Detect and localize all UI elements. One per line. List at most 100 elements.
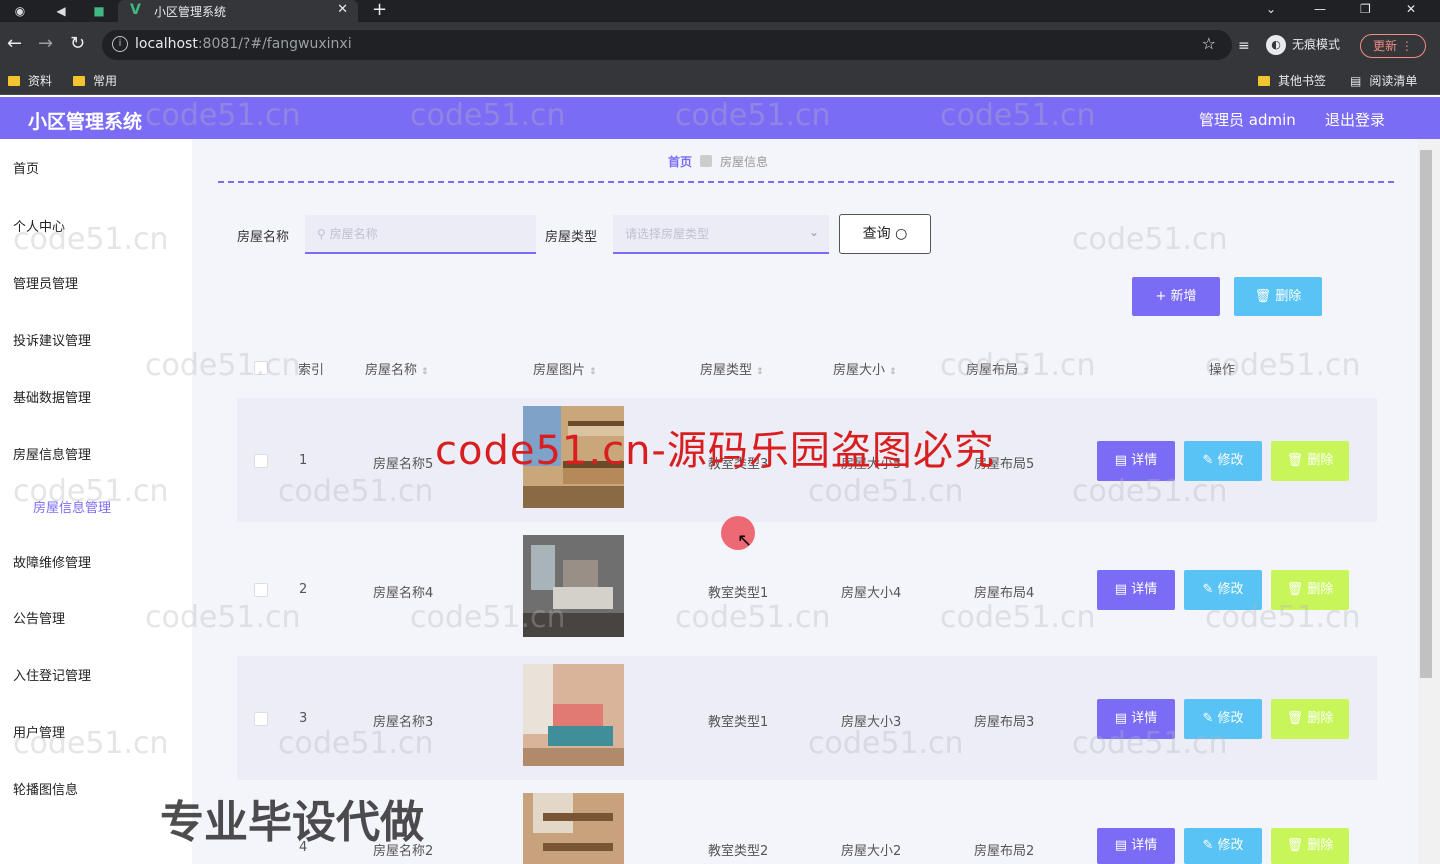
query-label: 查询 (862, 226, 891, 242)
reload-icon[interactable]: ↻ (70, 34, 85, 54)
incognito-label: 无痕模式 (1292, 37, 1341, 52)
sidebar-item-admins[interactable]: 管理员管理 (13, 273, 78, 292)
column-header-name[interactable]: 房屋名称 ⇕ (365, 359, 429, 378)
watermark-tile: code51.cn (13, 474, 169, 509)
bookmark-star-icon[interactable]: ☆ (1202, 34, 1216, 53)
search-icon: ○ (895, 226, 908, 242)
delete-label: 删除 (1307, 711, 1334, 726)
sidebar-item-houses[interactable]: 房屋信息管理 (13, 444, 91, 463)
browser-address-bar: ← → ↻ i localhost:8081/?#/fangwuxinxi ☆ … (0, 22, 1440, 67)
sidebar-item-notices[interactable]: 公告管理 (13, 608, 65, 627)
detail-label: 详情 (1131, 838, 1158, 853)
house-name-label: 房屋名称 (237, 230, 290, 245)
breadcrumb-home[interactable]: 首页 (668, 155, 692, 169)
sort-icon: ⇕ (589, 367, 597, 377)
row-name: 房屋名称4 (373, 586, 434, 601)
sort-icon: ⇕ (889, 367, 897, 377)
folder-icon (73, 76, 85, 86)
sidebar-item-basic-data[interactable]: 基础数据管理 (13, 387, 91, 406)
logout-button[interactable]: 退出登录 (1325, 109, 1385, 130)
row-index: 3 (299, 711, 308, 726)
sidebar-item-home[interactable]: 首页 (13, 158, 39, 177)
reading-list[interactable]: ▤ 阅读清单 (1350, 72, 1417, 89)
reading-mode-icon[interactable]: ≡ (1238, 36, 1250, 56)
bookmark-label: 阅读清单 (1369, 74, 1418, 88)
restore-icon[interactable]: ❐ (1360, 0, 1371, 18)
sidebar-item-complaints[interactable]: 投诉建议管理 (13, 330, 91, 349)
row-checkbox[interactable] (254, 454, 268, 468)
browser-tab-bar: ◉ ◀ ■ V 小区管理系统 ✕ + ⌄ — ❐ ✕ (0, 0, 1440, 22)
trash-icon: 🗑 (1286, 582, 1308, 597)
watermark-tile: code51.cn (410, 98, 566, 133)
column-header-image[interactable]: 房屋图片 ⇕ (533, 359, 597, 378)
row-checkbox[interactable] (254, 583, 268, 597)
divider (218, 181, 1394, 183)
breadcrumb-separator-icon (700, 155, 713, 167)
breadcrumb-current: 房屋信息 (720, 155, 769, 169)
row-size: 房屋大小4 (841, 586, 902, 601)
mouse-cursor-icon: ↖ (737, 530, 753, 551)
sidebar-item-checkin[interactable]: 入住登记管理 (13, 665, 91, 684)
bookmark-folder-2[interactable]: 常用 (73, 72, 117, 89)
row-type: 教室类型2 (708, 844, 769, 859)
add-button[interactable]: + 新增 (1132, 277, 1220, 316)
watermark-tile: code51.cn (1072, 474, 1228, 509)
watermark-tile: code51.cn (13, 222, 169, 257)
bookmark-folder-1[interactable]: 资料 (8, 72, 52, 89)
update-button[interactable]: 更新 ⋮ (1360, 34, 1426, 58)
incognito-icon: ◐ (1266, 35, 1286, 55)
detail-label: 详情 (1131, 711, 1158, 726)
delete-button[interactable]: 🗑 删除 (1271, 441, 1349, 481)
detail-button[interactable]: ▤ 详情 (1097, 570, 1175, 610)
sidebar-item-carousel[interactable]: 轮播图信息 (13, 779, 78, 798)
forward-icon[interactable]: → (38, 34, 53, 54)
watermark-tile: code51.cn (940, 600, 1096, 635)
app-title: 小区管理系统 (28, 111, 143, 133)
globe-icon[interactable]: ◉ (11, 2, 29, 20)
delete-button[interactable]: 🗑 删除 (1271, 828, 1349, 864)
minimize-icon[interactable]: — (1314, 0, 1326, 18)
other-bookmarks[interactable]: 其他书签 (1258, 72, 1326, 89)
sidebar-item-repairs[interactable]: 故障维修管理 (13, 552, 91, 571)
delete-label: 删除 (1307, 453, 1334, 468)
bulk-delete-label: 删除 (1275, 289, 1302, 304)
watermark-text: code51.cn-源码乐园盗图必究 (435, 428, 995, 474)
document-icon: ▤ (1114, 453, 1132, 468)
query-button[interactable]: 查询 ○ (839, 214, 931, 254)
watermark-tile: code51.cn (675, 600, 831, 635)
row-checkbox[interactable] (254, 712, 268, 726)
scrollbar-thumb[interactable] (1420, 150, 1432, 678)
trash-icon: 🗑 (1286, 453, 1308, 468)
app-tab-icon[interactable]: ■ (90, 2, 108, 20)
watermark-tile: code51.cn (1072, 222, 1228, 257)
edit-button[interactable]: ✎ 修改 (1184, 828, 1262, 864)
house-type-select[interactable]: 请选择房屋类型 ⌄ (613, 215, 829, 254)
house-name-input[interactable]: ⚲ 房屋名称 (305, 215, 536, 254)
browser-tab-active[interactable]: V 小区管理系统 ✕ (118, 0, 358, 22)
document-icon: ▤ (1114, 582, 1132, 597)
url-field[interactable]: i localhost:8081/?#/fangwuxinxi ☆ (102, 30, 1232, 60)
watermark-tile: code51.cn (940, 98, 1096, 133)
column-header-index: 索引 (298, 363, 325, 378)
column-header-type[interactable]: 房屋类型 ⇕ (700, 359, 764, 378)
folder-icon (8, 76, 20, 86)
incognito-indicator[interactable]: ◐ 无痕模式 (1266, 35, 1340, 55)
trash-icon: 🗑 (1286, 838, 1308, 853)
house-image (523, 664, 624, 766)
house-type-placeholder: 请选择房屋类型 (625, 227, 710, 241)
watermark-tile: code51.cn (808, 726, 964, 761)
tab-search-icon[interactable]: ⌄ (1266, 0, 1276, 18)
row-type: 教室类型1 (708, 586, 769, 601)
detail-button[interactable]: ▤ 详情 (1097, 828, 1175, 864)
new-tab-button[interactable]: + (372, 0, 387, 20)
column-header-label: 房屋类型 (700, 363, 753, 378)
speaker-icon[interactable]: ◀ (52, 2, 70, 20)
tab-close-icon[interactable]: ✕ (337, 2, 348, 17)
back-icon[interactable]: ← (7, 34, 22, 54)
row-layout: 房屋布局4 (974, 586, 1035, 601)
window-close-icon[interactable]: ✕ (1406, 0, 1416, 18)
bulk-delete-button[interactable]: 🗑 删除 (1234, 277, 1322, 316)
column-header-size[interactable]: 房屋大小 ⇕ (833, 359, 897, 378)
site-info-icon[interactable]: i (112, 36, 128, 52)
delete-button[interactable]: 🗑 删除 (1271, 699, 1349, 739)
